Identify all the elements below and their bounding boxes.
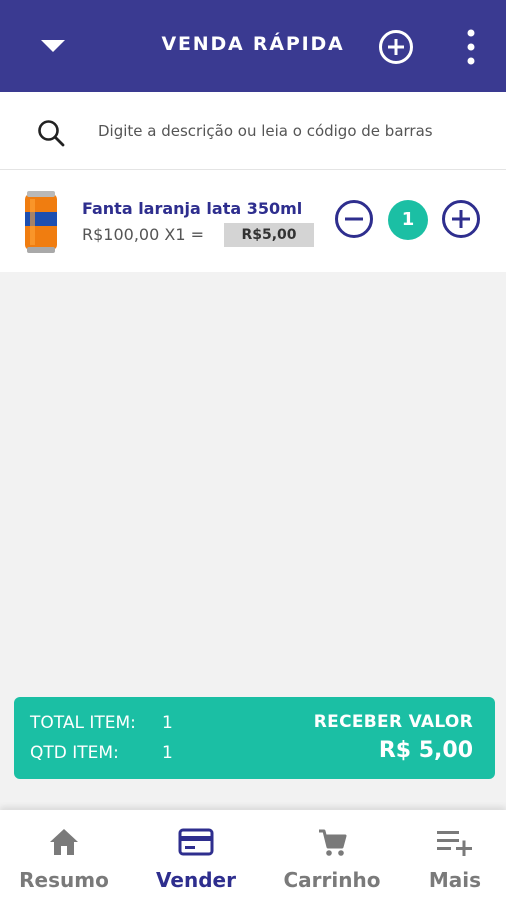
- decrease-quantity-button[interactable]: [334, 199, 374, 239]
- nav-item-carrinho[interactable]: Carrinho: [272, 810, 392, 900]
- product-name: Fanta laranja lata 350ml: [82, 199, 303, 218]
- product-image: [25, 191, 57, 253]
- search-bar: [0, 92, 506, 170]
- product-price: R$100,00 X1 =: [82, 225, 204, 244]
- qtd-item-value: 1: [162, 743, 173, 763]
- receive-value-label: RECEBER VALOR: [313, 712, 473, 732]
- search-input[interactable]: [98, 114, 488, 148]
- nav-label-resumo: Resumo: [19, 868, 109, 892]
- cart-item-row[interactable]: Fanta laranja lata 350ml R$100,00 X1 = R…: [0, 170, 506, 272]
- nav-label-carrinho: Carrinho: [283, 868, 381, 892]
- card-icon: [178, 828, 214, 856]
- page-title: VENDA RÁPIDA: [161, 33, 345, 55]
- increase-quantity-button[interactable]: [441, 199, 481, 239]
- add-button[interactable]: [378, 29, 414, 65]
- total-item-value: 1: [162, 713, 173, 733]
- more-options-button[interactable]: [458, 26, 484, 68]
- bottom-navigation: Resumo Vender Carrinho Mais: [0, 810, 506, 900]
- add-circle-icon: [379, 30, 413, 64]
- product-total: R$5,00: [224, 223, 314, 247]
- app-bar: VENDA RÁPIDA: [0, 0, 506, 92]
- nav-label-vender: Vender: [156, 868, 236, 892]
- minus-circle-icon: [335, 200, 373, 238]
- quantity-badge: 1: [388, 200, 428, 240]
- nav-item-vender[interactable]: Vender: [143, 810, 249, 900]
- home-icon: [50, 829, 78, 855]
- plus-circle-icon: [442, 200, 480, 238]
- cart-icon: [319, 829, 347, 856]
- more-vert-icon: [467, 29, 475, 65]
- total-item-label: TOTAL ITEM:: [30, 713, 136, 733]
- search-icon[interactable]: [36, 118, 66, 148]
- nav-item-mais[interactable]: Mais: [415, 810, 495, 900]
- qtd-item-label: QTD ITEM:: [30, 743, 119, 763]
- receive-payment-button[interactable]: TOTAL ITEM: 1 QTD ITEM: 1 RECEBER VALOR …: [14, 697, 495, 779]
- playlist-add-icon: [437, 831, 472, 856]
- nav-label-mais: Mais: [428, 868, 482, 892]
- nav-item-resumo[interactable]: Resumo: [10, 810, 118, 900]
- total-amount: R$ 5,00: [378, 738, 473, 763]
